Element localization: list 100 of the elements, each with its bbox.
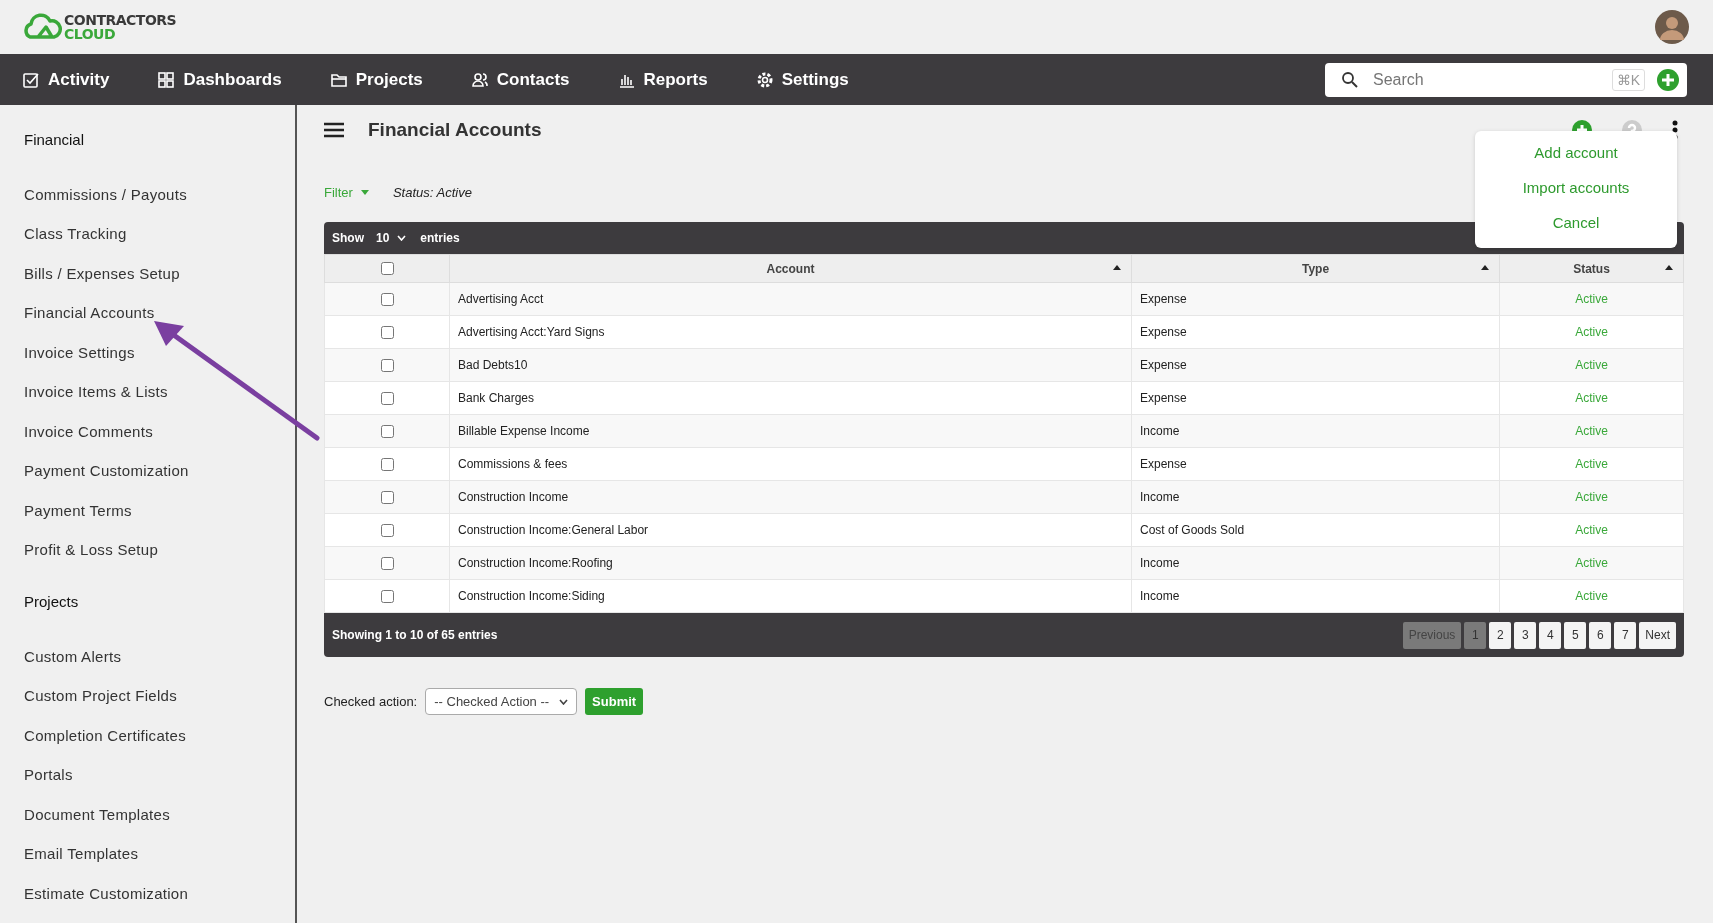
table-cell: Advertising Acct:Yard Signs xyxy=(449,315,1132,349)
page-button[interactable]: 3 xyxy=(1514,621,1537,649)
table-cell: Active xyxy=(1499,381,1684,415)
table-cell: Active xyxy=(1499,480,1684,514)
nav-tab[interactable]: Dashboards xyxy=(157,69,282,90)
caret-icon[interactable] xyxy=(360,190,369,195)
chevron-icon xyxy=(397,235,407,241)
sidebar-item[interactable]: Bills / Expenses Setup xyxy=(24,263,295,304)
table-cell: Construction Income:Siding xyxy=(449,579,1132,613)
menu-item[interactable]: Add account xyxy=(1534,135,1618,170)
sort-icon xyxy=(1113,265,1121,270)
sidebar-item[interactable]: Custom Alerts xyxy=(24,646,295,687)
sidebar-item[interactable]: Payment Customization xyxy=(24,461,295,501)
nav-tab[interactable]: Reports xyxy=(617,69,708,90)
table-cell: Income xyxy=(1131,579,1500,613)
sidebar-item[interactable]: Financial Accounts xyxy=(24,303,295,343)
page-button[interactable]: 6 xyxy=(1589,621,1612,649)
people-icon xyxy=(470,70,489,89)
sidebar-item[interactable]: Invoice Items & Lists xyxy=(24,382,295,422)
sidebar-item[interactable]: Class Tracking xyxy=(24,224,295,264)
logo-text: CONTRACTORS xyxy=(64,13,177,27)
table-cell: Income xyxy=(1131,480,1500,514)
settings-icon xyxy=(755,70,774,89)
entries-label: entries xyxy=(420,231,460,245)
table-cell: Income xyxy=(1131,546,1500,580)
table-cell: Billable Expense Income xyxy=(449,414,1132,448)
table-cell: Active xyxy=(1499,315,1684,349)
sidebar-item[interactable]: Payment Terms xyxy=(24,500,295,541)
row-checkbox[interactable] xyxy=(381,556,394,570)
row-checkbox[interactable] xyxy=(381,325,394,339)
table-cell: Active xyxy=(1499,282,1684,316)
table-cell: Active xyxy=(1499,546,1684,580)
column-header[interactable]: Type xyxy=(1131,254,1500,283)
row-checkbox[interactable] xyxy=(381,292,394,306)
table-cell: Active xyxy=(1499,348,1684,382)
checked-action-select[interactable]: -- Checked Action -- xyxy=(425,688,578,715)
nav-tab[interactable]: Contacts xyxy=(470,69,570,90)
sidebar-item[interactable]: Profit & Loss Setup xyxy=(24,540,295,580)
table-cell: Expense xyxy=(1131,447,1500,481)
shortcut-hint: ⌘K xyxy=(1611,68,1645,91)
sidebar-heading: Projects xyxy=(24,592,80,610)
sidebar-heading: Financial xyxy=(24,131,86,148)
menu-item[interactable]: Cancel xyxy=(1552,205,1600,240)
row-checkbox[interactable] xyxy=(381,490,394,504)
menu-item[interactable]: Import accounts xyxy=(1522,170,1630,205)
table-cell: Expense xyxy=(1131,282,1500,316)
sidebar-item[interactable]: Commissions / Payouts xyxy=(24,185,295,225)
page-button[interactable]: 5 xyxy=(1564,621,1587,649)
grid-icon xyxy=(157,70,176,89)
page-button[interactable]: 2 xyxy=(1489,621,1512,649)
table-cell: Construction Income:Roofing xyxy=(449,546,1132,580)
page-size-select[interactable]: 10 xyxy=(372,231,413,245)
next-button[interactable]: Next xyxy=(1639,621,1676,649)
table-cell: Bank Charges xyxy=(449,381,1132,415)
page-title: Financial Accounts xyxy=(368,119,542,141)
row-checkbox[interactable] xyxy=(381,523,394,537)
table-cell: Commissions & fees xyxy=(449,447,1132,481)
sort-icon xyxy=(1665,265,1673,270)
row-checkbox[interactable] xyxy=(381,358,394,372)
nav-tab[interactable]: Settings xyxy=(755,69,849,90)
table-cell: Construction Income xyxy=(449,480,1132,514)
checked-action-label: Checked action: xyxy=(324,694,418,709)
row-checkbox[interactable] xyxy=(381,457,394,471)
sidebar-item[interactable]: Portals xyxy=(24,765,295,805)
sidebar-item[interactable]: Estimate Customization xyxy=(24,883,295,923)
sidebar-item[interactable]: Invoice Settings xyxy=(24,342,295,383)
table-cell: Construction Income:General Labor xyxy=(449,513,1132,547)
row-checkbox[interactable] xyxy=(381,589,394,603)
filter-status: Status: Active xyxy=(392,185,472,200)
table-cell: Active xyxy=(1499,579,1684,613)
checkbox-icon xyxy=(22,70,40,89)
table-cell: Cost of Goods Sold xyxy=(1131,513,1500,547)
row-checkbox[interactable] xyxy=(381,424,394,438)
add-icon[interactable] xyxy=(1657,68,1679,91)
entries-info: Showing 1 to 10 of 65 entries xyxy=(332,628,498,642)
column-header[interactable]: Status xyxy=(1499,254,1684,283)
page-button[interactable]: 7 xyxy=(1614,621,1637,649)
avatar-icon[interactable] xyxy=(1655,10,1689,44)
page-button[interactable]: 4 xyxy=(1539,621,1562,649)
row-checkbox[interactable] xyxy=(381,391,394,405)
menu-icon[interactable] xyxy=(324,122,344,138)
table-cell: Expense xyxy=(1131,315,1500,349)
sidebar-item[interactable]: Email Templates xyxy=(24,844,295,884)
table-cell: Active xyxy=(1499,513,1684,547)
sidebar-item[interactable]: Completion Certificates xyxy=(24,725,295,766)
nav-tab[interactable]: Activity xyxy=(22,69,110,90)
sidebar-item[interactable]: Custom Project Fields xyxy=(24,686,295,726)
show-label: Show xyxy=(332,231,364,245)
table-cell: Active xyxy=(1499,447,1684,481)
nav-tab[interactable]: Projects xyxy=(329,69,423,90)
chevron-icon xyxy=(559,698,569,705)
table-cell: Expense xyxy=(1131,381,1500,415)
sidebar-item[interactable]: Invoice Comments xyxy=(24,421,295,462)
column-header[interactable]: Account xyxy=(449,254,1132,283)
select-all-checkbox[interactable] xyxy=(381,262,394,275)
table-cell: Expense xyxy=(1131,348,1500,382)
search-icon xyxy=(1341,70,1359,89)
sort-icon xyxy=(1481,265,1489,270)
sidebar-item[interactable]: Document Templates xyxy=(24,804,295,845)
cloud-logo-icon xyxy=(22,13,62,41)
